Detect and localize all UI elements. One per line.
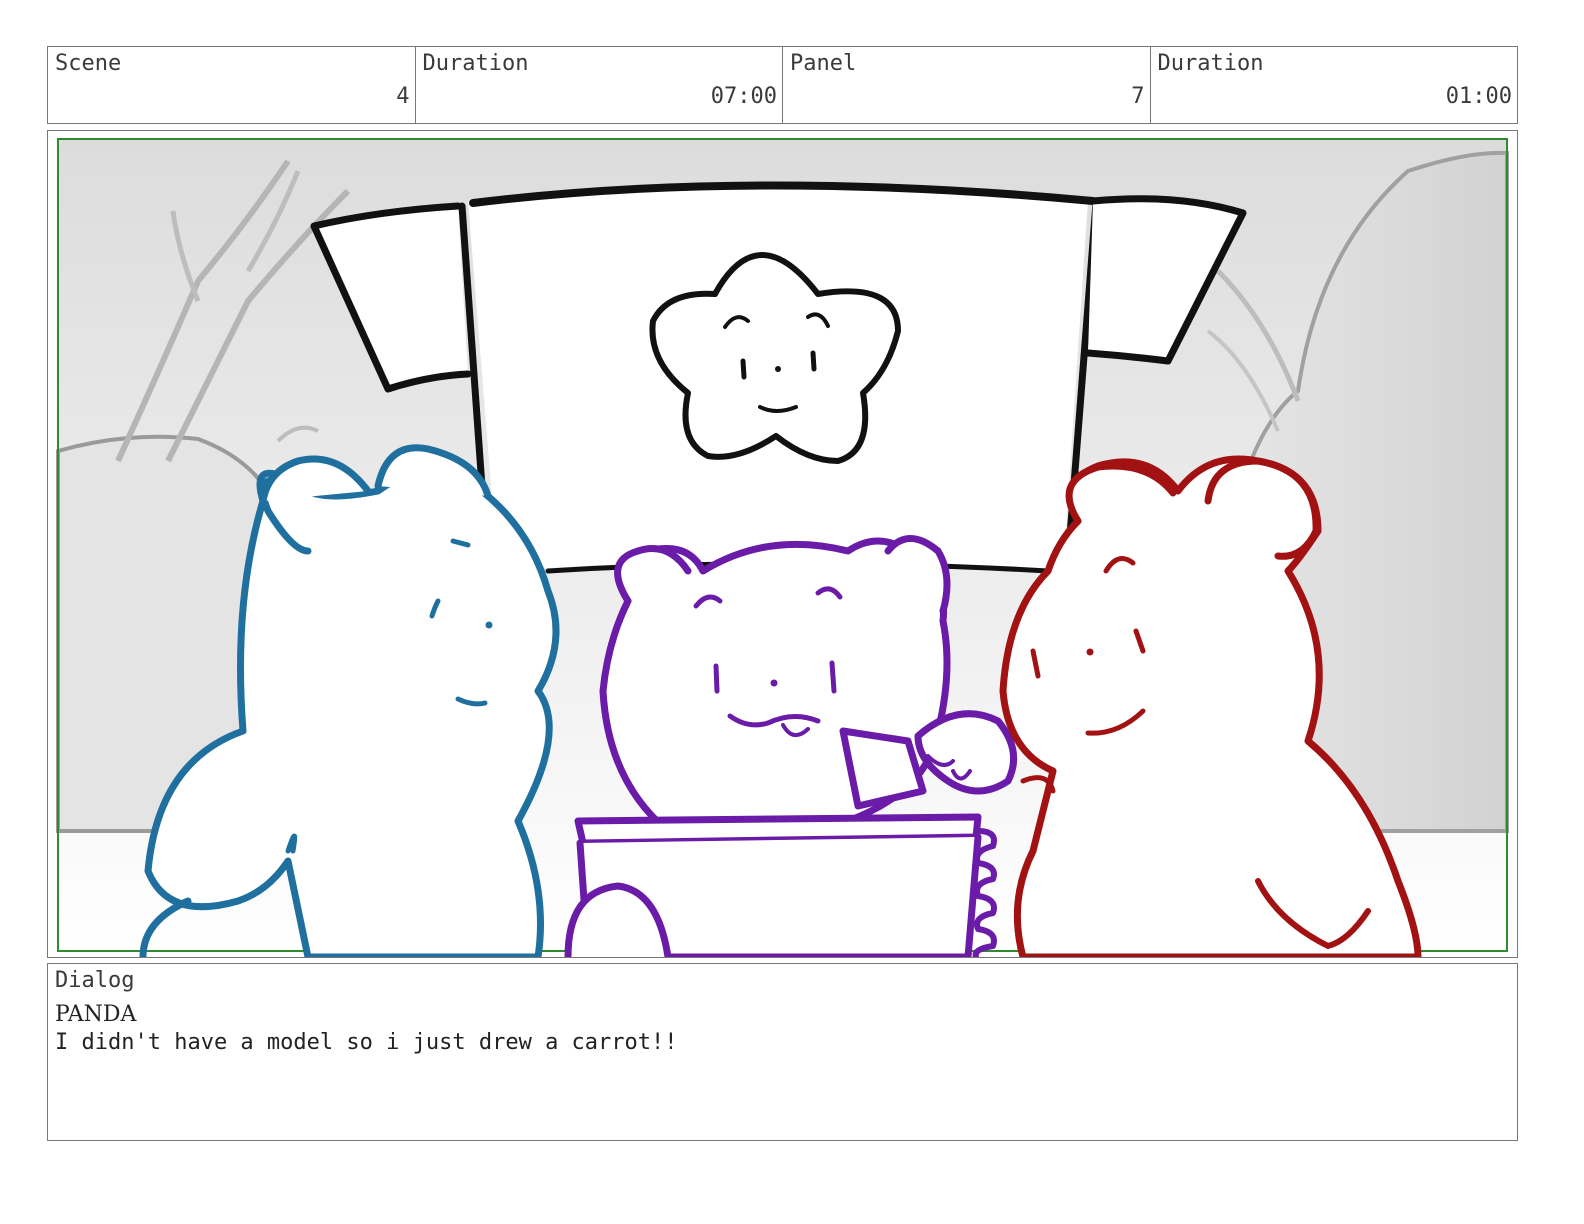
dialog-label: Dialog — [55, 968, 135, 993]
scene-label: Scene — [55, 51, 122, 76]
panel-label: Panel — [790, 51, 857, 76]
panel-duration-label: Duration — [1157, 51, 1264, 76]
panel-duration-value: 01:00 — [1445, 84, 1512, 109]
scene-cell: Scene 4 — [48, 47, 416, 123]
scene-number: 4 — [396, 84, 410, 109]
scene-duration-label: Duration — [422, 51, 529, 76]
storyboard-panel — [47, 130, 1518, 958]
dialog-box: Dialog PANDA I didn't have a model so i … — [47, 963, 1518, 1141]
panel-duration-cell: Duration 01:00 — [1151, 47, 1518, 123]
panel-drawing — [56, 138, 1509, 957]
scene-duration-cell: Duration 07:00 — [416, 47, 783, 123]
dialog-speaker: PANDA — [55, 1002, 137, 1027]
panel-cell: Panel 7 — [783, 47, 1151, 123]
storyboard-header: Scene 4 Duration 07:00 Panel 7 Duration … — [47, 46, 1518, 124]
purple-bear — [564, 535, 1018, 957]
scene-duration-value: 07:00 — [710, 84, 777, 109]
dialog-line: I didn't have a model so i just drew a c… — [55, 1030, 678, 1055]
panel-number: 7 — [1131, 84, 1145, 109]
